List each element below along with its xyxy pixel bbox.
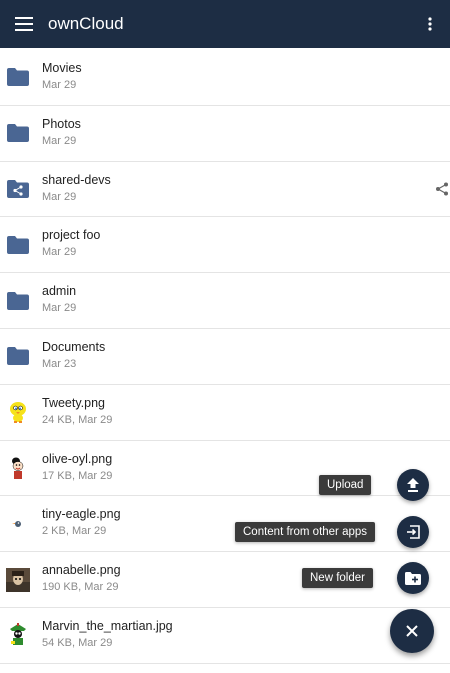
create-folder-icon xyxy=(405,571,421,585)
file-meta: Mar 29 xyxy=(42,134,77,147)
file-list: Movies Mar 29 Photos Mar 29 shared-devs … xyxy=(0,50,450,664)
file-name: annabelle.png xyxy=(42,563,121,578)
upload-icon xyxy=(407,478,419,492)
file-meta: 24 KB, Mar 29 xyxy=(42,413,113,426)
new-folder-button[interactable] xyxy=(397,562,429,594)
file-name: project foo xyxy=(42,228,101,243)
list-item[interactable]: tiny-eagle.png 2 KB, Mar 29 xyxy=(0,496,450,553)
more-vert-icon[interactable] xyxy=(410,0,450,48)
folder-icon xyxy=(6,344,30,368)
file-name: Photos xyxy=(42,116,81,131)
file-meta: 54 KB, Mar 29 xyxy=(42,636,113,649)
list-item[interactable]: Photos Mar 29 xyxy=(0,106,450,162)
file-meta: Mar 29 xyxy=(42,190,77,203)
list-item[interactable]: admin Mar 29 xyxy=(0,273,450,329)
file-name: Documents xyxy=(42,339,106,354)
file-meta: 2 KB, Mar 29 xyxy=(42,525,107,538)
folder-icon xyxy=(6,121,30,145)
image-thumbnail xyxy=(6,567,30,592)
image-thumbnail xyxy=(6,512,30,536)
app-bar: ownCloud xyxy=(0,0,450,48)
list-item[interactable]: Movies Mar 29 xyxy=(0,50,450,106)
list-item[interactable]: Documents Mar 23 xyxy=(0,329,450,385)
app-title: ownCloud xyxy=(48,14,124,33)
import-icon xyxy=(407,525,420,539)
file-name: tiny-eagle.png xyxy=(42,507,121,522)
new-folder-label[interactable]: New folder xyxy=(302,568,373,588)
upload-label[interactable]: Upload xyxy=(319,475,372,495)
file-name: admin xyxy=(42,284,77,299)
image-thumbnail xyxy=(6,456,30,480)
file-meta: 17 KB, Mar 29 xyxy=(42,469,113,482)
file-name: shared-devs xyxy=(42,172,111,187)
file-meta: 190 KB, Mar 29 xyxy=(42,581,119,594)
file-meta: Mar 29 xyxy=(42,246,77,259)
file-meta: Mar 29 xyxy=(42,302,77,315)
file-name: Tweety.png xyxy=(42,395,106,410)
close-fab-button[interactable] xyxy=(390,609,434,653)
folder-icon xyxy=(6,65,30,89)
list-item[interactable]: project foo Mar 29 xyxy=(0,217,450,274)
list-item[interactable]: Marvin_the_martian.jpg 54 KB, Mar 29 xyxy=(0,608,450,664)
file-meta: Mar 23 xyxy=(42,357,77,370)
file-meta: Mar 29 xyxy=(42,79,77,91)
content-from-apps-button[interactable] xyxy=(397,516,429,548)
folder-icon xyxy=(6,233,30,257)
file-name: Movies xyxy=(42,61,82,75)
file-name: Marvin_the_martian.jpg xyxy=(42,618,173,633)
content-from-apps-label[interactable]: Content from other apps xyxy=(235,522,376,542)
upload-button[interactable] xyxy=(397,469,429,501)
list-item[interactable]: annabelle.png 190 KB, Mar 29 xyxy=(0,552,450,608)
folder-icon xyxy=(6,289,30,313)
image-thumbnail xyxy=(6,400,30,424)
share-icon[interactable] xyxy=(434,181,450,197)
list-item[interactable]: Tweety.png 24 KB, Mar 29 xyxy=(0,385,450,441)
hamburger-menu-icon[interactable] xyxy=(0,0,48,48)
shared-folder-icon xyxy=(6,177,30,201)
list-item[interactable]: olive-oyl.png 17 KB, Mar 29 xyxy=(0,441,450,497)
close-icon xyxy=(406,625,418,637)
image-thumbnail xyxy=(6,623,30,647)
file-name: olive-oyl.png xyxy=(42,451,113,466)
list-item[interactable]: shared-devs Mar 29 xyxy=(0,162,450,218)
